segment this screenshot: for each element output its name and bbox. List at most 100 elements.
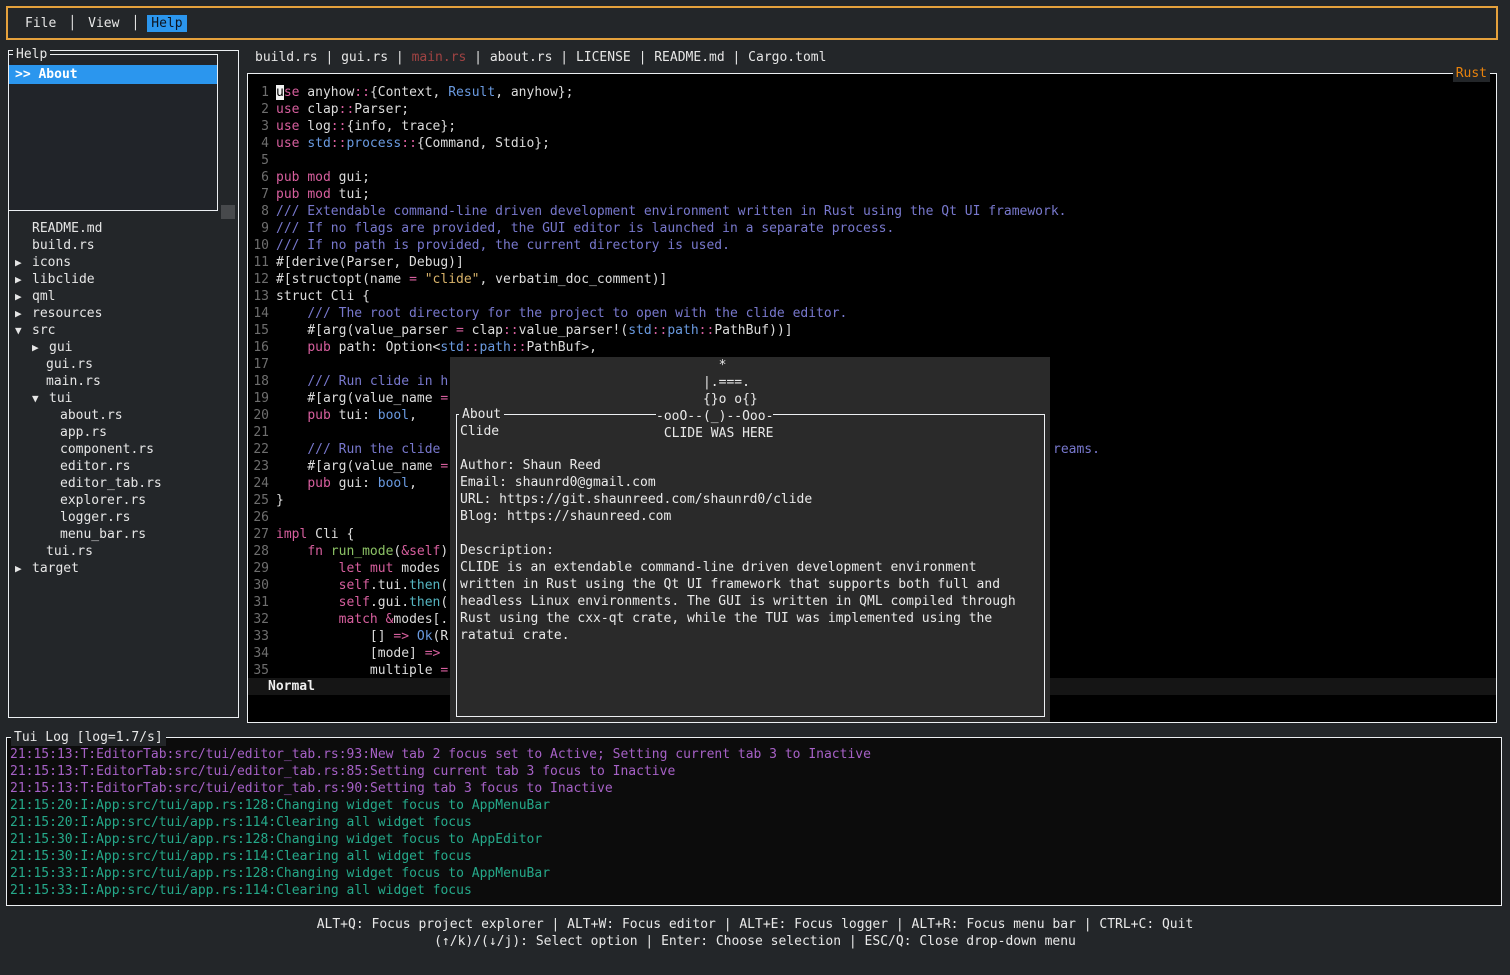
- code-token: ::: [354, 85, 370, 100]
- menu-separator: │: [131, 16, 139, 31]
- code-token: use: [276, 102, 299, 117]
- code-token: then: [409, 595, 440, 610]
- tree-item-resources[interactable]: ▶resources: [9, 305, 232, 322]
- code-token: pub: [307, 340, 330, 355]
- folder-closed-arrow-icon: ▶: [31, 339, 49, 356]
- code-line: 6pub mod gui;: [248, 169, 1496, 186]
- folder-open-arrow-icon: ▼: [31, 390, 49, 407]
- tree-item-tui[interactable]: ▼tui: [9, 390, 232, 407]
- tree-item-editor-rs[interactable]: editor.rs: [9, 458, 232, 475]
- code-token: bool: [378, 476, 409, 491]
- tree-item-qml[interactable]: ▶qml: [9, 288, 232, 305]
- menu-items: File│View│Help: [21, 15, 187, 32]
- tab-license[interactable]: LICENSE: [576, 50, 631, 65]
- tree-item-explorer-rs[interactable]: explorer.rs: [9, 492, 232, 509]
- code-token: [276, 340, 307, 355]
- line-number: 34: [248, 645, 269, 662]
- code-token: mut: [370, 561, 393, 576]
- tree-item-app-rs[interactable]: app.rs: [9, 424, 232, 441]
- code-token: modes: [393, 561, 440, 576]
- explorer-scrollbar-thumb[interactable]: [221, 205, 235, 219]
- tree-item-label: resources: [32, 306, 102, 321]
- line-number: 26: [248, 509, 269, 526]
- code-token: use: [276, 136, 299, 151]
- code-token: pub: [276, 187, 299, 202]
- app-window: File│View│Help build.rs | gui.rs | main.…: [0, 0, 1510, 975]
- code-token: run_mode: [331, 544, 394, 559]
- code-token: [362, 561, 370, 576]
- tree-item-libclide[interactable]: ▶libclide: [9, 271, 232, 288]
- code-line: 11#[derive(Parser, Debug)]: [248, 254, 1496, 271]
- code-token: , anyhow};: [495, 85, 573, 100]
- code-token: log: [299, 119, 330, 134]
- tab-readme-md[interactable]: README.md: [654, 50, 724, 65]
- log-title: Tui Log [log=1.7/s]: [11, 729, 166, 746]
- tree-item-gui-rs[interactable]: gui.rs: [9, 356, 232, 373]
- editor-tab-bar: build.rs | gui.rs | main.rs | about.rs |…: [255, 49, 826, 66]
- code-line: 3use log::{info, trace};: [248, 118, 1496, 135]
- tree-item-logger-rs[interactable]: logger.rs: [9, 509, 232, 526]
- code-token: (: [440, 595, 448, 610]
- tree-item-menu-bar-rs[interactable]: menu_bar.rs: [9, 526, 232, 543]
- about-dialog-box: About Clide Author: Shaun ReedEmail: sha…: [456, 414, 1045, 717]
- code-token: []: [276, 629, 393, 644]
- tree-item-icons[interactable]: ▶icons: [9, 254, 232, 271]
- tree-item-label: src: [32, 323, 55, 338]
- code-token: }: [276, 493, 284, 508]
- help-dropdown-menu: Help >> About: [8, 54, 218, 211]
- code-line: 15 #[arg(value_parser = clap::value_pars…: [248, 322, 1496, 339]
- code-token: [276, 374, 307, 389]
- about-dialog-body: Clide Author: Shaun ReedEmail: shaunrd0@…: [457, 415, 1044, 644]
- tab-about-rs[interactable]: about.rs: [490, 50, 553, 65]
- log-entry: 21:15:20:I:App:src/tui/app.rs:128:Changi…: [10, 797, 1501, 814]
- line-number: 29: [248, 560, 269, 577]
- code-token: &: [401, 544, 409, 559]
- code-token: .gui.: [370, 595, 409, 610]
- code-token: #[derive(Parser, Debug)]: [276, 255, 464, 270]
- tree-item-readme-md[interactable]: README.md: [9, 220, 232, 237]
- tree-item-main-rs[interactable]: main.rs: [9, 373, 232, 390]
- code-token: mod: [307, 170, 330, 185]
- code-token: /// If no flags are provided, the GUI ed…: [276, 221, 894, 236]
- menu-item-help[interactable]: Help: [147, 15, 186, 32]
- code-token: Parser;: [354, 102, 409, 117]
- code-token: clap: [464, 323, 503, 338]
- tree-item-label: target: [32, 561, 79, 576]
- dialog-title: About: [459, 406, 504, 423]
- tab-separator: |: [388, 50, 411, 65]
- code-token: gui:: [331, 476, 378, 491]
- tree-item-about-rs[interactable]: about.rs: [9, 407, 232, 424]
- code-line: 4use std::process::{Command, Stdio};: [248, 135, 1496, 152]
- code-token: =: [440, 459, 448, 474]
- menu-item-view[interactable]: View: [84, 15, 123, 32]
- code-token: path: [480, 340, 511, 355]
- tab-main-rs[interactable]: main.rs: [412, 50, 467, 65]
- code-token: #[arg(value_name: [276, 391, 440, 406]
- dialog-text-line: CLIDE is an extendable command-line driv…: [460, 559, 1044, 576]
- dropdown-item-about[interactable]: >> About: [9, 65, 217, 84]
- shortcut-help-line-1: ALT+Q: Focus project explorer | ALT+W: F…: [0, 916, 1510, 933]
- code-line: 16 pub path: Option<std::path::PathBuf>,: [248, 339, 1496, 356]
- code-token: Cli {: [307, 527, 354, 542]
- line-number: 3: [248, 118, 269, 135]
- tab-gui-rs[interactable]: gui.rs: [341, 50, 388, 65]
- folder-closed-arrow-icon: ▶: [14, 560, 32, 577]
- line-number: 23: [248, 458, 269, 475]
- line-number: 17: [248, 356, 269, 373]
- tree-item-tui-rs[interactable]: tui.rs: [9, 543, 232, 560]
- code-token: (R: [433, 629, 449, 644]
- tree-item-build-rs[interactable]: build.rs: [9, 237, 232, 254]
- tree-item-gui[interactable]: ▶gui: [9, 339, 232, 356]
- tree-item-src[interactable]: ▼src: [9, 322, 232, 339]
- code-token: [276, 408, 307, 423]
- tree-item-editor-tab-rs[interactable]: editor_tab.rs: [9, 475, 232, 492]
- log-entry: 21:15:20:I:App:src/tui/app.rs:114:Cleari…: [10, 814, 1501, 831]
- tree-item-component-rs[interactable]: component.rs: [9, 441, 232, 458]
- menu-item-file[interactable]: File: [21, 15, 60, 32]
- code-token: #[structopt(name: [276, 272, 409, 287]
- tab-cargo-toml[interactable]: Cargo.toml: [748, 50, 826, 65]
- code-token: =: [409, 272, 417, 287]
- tab-build-rs[interactable]: build.rs: [255, 50, 318, 65]
- tree-item-target[interactable]: ▶target: [9, 560, 232, 577]
- tree-item-label: logger.rs: [60, 510, 130, 525]
